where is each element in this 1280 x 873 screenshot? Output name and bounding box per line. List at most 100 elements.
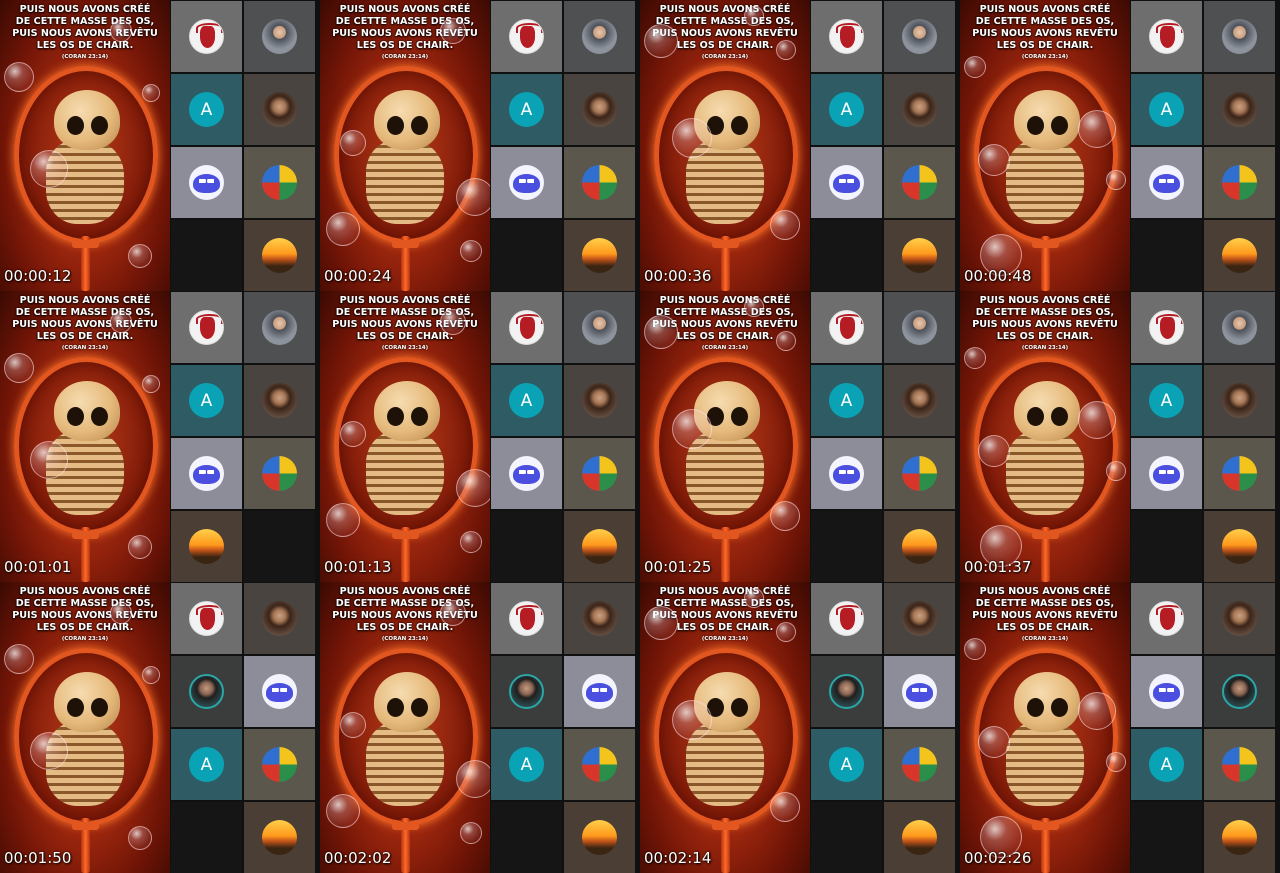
verse-reference: (CORAN 23:14)	[1021, 54, 1069, 60]
participant-tile[interactable]	[491, 1, 562, 72]
participant-tile[interactable]	[244, 1, 315, 72]
participant-tile[interactable]	[171, 583, 242, 654]
participant-tile[interactable]	[1204, 802, 1275, 873]
blob-avatar-icon	[1149, 165, 1184, 200]
participant-tile[interactable]	[564, 583, 635, 654]
participant-tile[interactable]	[1131, 292, 1202, 363]
participant-tile[interactable]	[244, 438, 315, 509]
participant-tile[interactable]	[1204, 147, 1275, 218]
participant-tile[interactable]: A	[491, 74, 562, 145]
participant-tile[interactable]: A	[1131, 74, 1202, 145]
participant-tile[interactable]	[244, 147, 315, 218]
participant-tile[interactable]	[1204, 438, 1275, 509]
participant-tile[interactable]	[1131, 438, 1202, 509]
participant-tile[interactable]	[1131, 1, 1202, 72]
participant-tile[interactable]	[171, 511, 242, 582]
participant-tile[interactable]	[564, 220, 635, 291]
participant-tile[interactable]	[564, 729, 635, 800]
participant-tile[interactable]	[171, 147, 242, 218]
participant-tile[interactable]	[244, 656, 315, 727]
participant-tile[interactable]	[171, 656, 242, 727]
participant-tile[interactable]: A	[1131, 729, 1202, 800]
participant-tile[interactable]	[884, 220, 955, 291]
caption-line: PUIS NOUS AVONS CRÉÉ	[979, 586, 1111, 597]
participant-tile[interactable]	[884, 583, 955, 654]
participant-tile[interactable]	[884, 74, 955, 145]
participant-tile[interactable]	[244, 220, 315, 291]
participant-tile[interactable]	[1204, 656, 1275, 727]
participant-tile[interactable]	[564, 292, 635, 363]
letter-avatar: A	[509, 383, 544, 418]
participant-tile[interactable]	[564, 74, 635, 145]
participant-tile[interactable]: A	[491, 729, 562, 800]
participant-tile[interactable]	[244, 74, 315, 145]
cord-clamp	[712, 531, 739, 539]
devil-avatar-icon	[1149, 310, 1184, 345]
participant-tile[interactable]	[244, 802, 315, 873]
participant-tile[interactable]	[811, 656, 882, 727]
participant-tile[interactable]	[564, 802, 635, 873]
participant-tile[interactable]	[491, 583, 562, 654]
participant-tile[interactable]	[171, 292, 242, 363]
participant-tile[interactable]	[811, 1, 882, 72]
participant-tile[interactable]	[171, 438, 242, 509]
participant-tile[interactable]	[564, 511, 635, 582]
participant-tile[interactable]	[1204, 1, 1275, 72]
participant-tile[interactable]	[1131, 656, 1202, 727]
participant-tile[interactable]	[1204, 365, 1275, 436]
participant-tile[interactable]	[1204, 511, 1275, 582]
blob-avatar-icon	[509, 456, 544, 491]
participant-tile[interactable]: A	[171, 74, 242, 145]
participant-tile[interactable]: A	[811, 365, 882, 436]
participant-tile[interactable]	[244, 729, 315, 800]
participant-tile[interactable]	[884, 729, 955, 800]
participant-tile[interactable]	[491, 438, 562, 509]
participant-tile[interactable]	[564, 1, 635, 72]
participant-tile[interactable]: A	[171, 365, 242, 436]
cord-clamp	[392, 822, 419, 830]
participant-tile[interactable]	[811, 292, 882, 363]
video-stage: PUIS NOUS AVONS CRÉÉ DE CETTE MASSE DES O…	[0, 582, 170, 873]
participant-tile[interactable]	[1204, 583, 1275, 654]
participant-tile[interactable]	[884, 1, 955, 72]
timestamp: 00:01:13	[324, 558, 392, 576]
participant-tile[interactable]	[564, 656, 635, 727]
participant-tile[interactable]	[884, 292, 955, 363]
participant-tile[interactable]	[564, 147, 635, 218]
participant-tile[interactable]: A	[1131, 365, 1202, 436]
participant-tile[interactable]	[564, 438, 635, 509]
participant-tile[interactable]	[244, 292, 315, 363]
sunset-avatar	[1222, 238, 1257, 273]
participant-tile[interactable]	[171, 1, 242, 72]
skeleton-skull	[54, 672, 120, 732]
heart-bubble	[456, 760, 490, 798]
participant-tile[interactable]	[1204, 74, 1275, 145]
participant-tile[interactable]	[884, 438, 955, 509]
cord-clamp	[392, 531, 419, 539]
participant-tile[interactable]	[1204, 292, 1275, 363]
participant-tile[interactable]	[884, 511, 955, 582]
participant-tile[interactable]	[564, 365, 635, 436]
participant-tile[interactable]	[244, 365, 315, 436]
participant-tile[interactable]	[1131, 583, 1202, 654]
participant-tile[interactable]: A	[491, 365, 562, 436]
participant-tile[interactable]	[884, 147, 955, 218]
participant-tile[interactable]	[1204, 220, 1275, 291]
participant-tile[interactable]	[1204, 729, 1275, 800]
participant-tile[interactable]	[244, 583, 315, 654]
participant-tile[interactable]	[811, 583, 882, 654]
participant-tile[interactable]	[884, 656, 955, 727]
participant-tile[interactable]	[884, 802, 955, 873]
participant-tile[interactable]	[491, 147, 562, 218]
skull-eye-right	[411, 407, 428, 426]
participant-tile[interactable]	[1131, 147, 1202, 218]
participant-tile[interactable]	[884, 365, 955, 436]
participant-tile[interactable]	[811, 438, 882, 509]
participant-tile[interactable]: A	[811, 729, 882, 800]
participant-tile[interactable]	[491, 656, 562, 727]
empty-tile	[491, 802, 562, 873]
participant-tile[interactable]: A	[171, 729, 242, 800]
participant-tile[interactable]	[811, 147, 882, 218]
participant-tile[interactable]: A	[811, 74, 882, 145]
participant-tile[interactable]	[491, 292, 562, 363]
